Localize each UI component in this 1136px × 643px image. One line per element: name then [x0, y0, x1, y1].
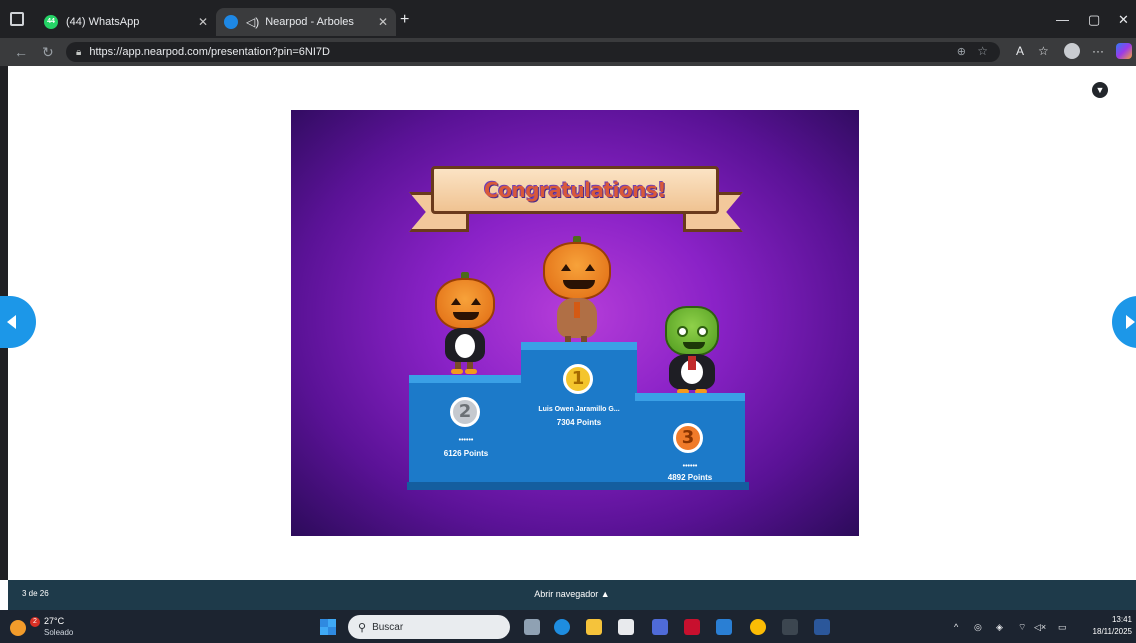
new-tab-icon[interactable]: +: [400, 11, 409, 29]
podium-second: 2 •••••• 6126 Points: [409, 375, 523, 487]
mcafee-icon[interactable]: [684, 619, 700, 635]
maximize-icon[interactable]: ▢: [1088, 12, 1100, 28]
speaker-icon[interactable]: ◁): [246, 15, 259, 29]
taskbar: 2 27°C Soleado ⚲ Buscar ^ ◎ ◈ ⌔ ◁× ▭ 13:…: [0, 610, 1136, 643]
search-placeholder: Buscar: [372, 621, 404, 633]
weather-condition[interactable]: Soleado: [44, 628, 73, 637]
tray-chevron-icon[interactable]: ^: [954, 622, 958, 632]
outlook-icon[interactable]: [716, 619, 732, 635]
close-tab-icon[interactable]: ✕: [198, 15, 208, 29]
player-points: 4892 Points: [667, 473, 713, 482]
address-bar[interactable]: 🔒︎ https://app.nearpod.com/presentation?…: [66, 42, 1000, 62]
player-points: 7304 Points: [556, 418, 602, 427]
chrome-icon[interactable]: [750, 619, 766, 635]
weather-temperature[interactable]: 27°C: [44, 616, 64, 626]
open-navigator-button[interactable]: Abrir navegador ▲: [8, 589, 1136, 599]
weather-badge: 2: [30, 617, 40, 627]
tray-app-icon[interactable]: ◎: [974, 622, 982, 633]
pumpkin-head: [435, 278, 495, 330]
banner-title: Congratulations!: [484, 178, 666, 202]
terminal-icon[interactable]: [782, 619, 798, 635]
close-tab-icon[interactable]: ✕: [378, 15, 388, 29]
podium-base: [407, 482, 749, 490]
player-name: Luis Owen Jaramillo G...: [538, 406, 620, 413]
favorite-star-icon[interactable]: ☆: [977, 44, 988, 58]
wifi-icon[interactable]: ⌔: [1018, 622, 1026, 633]
more-menu-icon[interactable]: ···: [1092, 44, 1104, 58]
tab-nearpod[interactable]: ◁) Nearpod - Arboles ✕: [216, 8, 396, 36]
podium-third: 3 •••••• 4892 Points: [635, 393, 745, 487]
presentation-bottom-bar: 3 de 26 Abrir navegador ▲: [8, 580, 1136, 610]
search-icon: ⚲: [358, 621, 367, 634]
copilot-icon[interactable]: [1116, 43, 1132, 59]
file-explorer-icon[interactable]: [586, 619, 602, 635]
refresh-icon[interactable]: ↻: [42, 44, 54, 61]
volume-muted-icon[interactable]: ◁×: [1034, 622, 1046, 633]
read-aloud-icon[interactable]: A: [1016, 44, 1024, 58]
tab-title: Nearpod - Arboles: [265, 16, 354, 28]
rank-three-medal: 3: [673, 423, 703, 453]
url-text[interactable]: https://app.nearpod.com/presentation?pin…: [89, 46, 330, 58]
nearpod-icon: [224, 15, 238, 29]
weather-sun-icon[interactable]: [10, 620, 26, 636]
profile-avatar[interactable]: [1064, 43, 1080, 59]
clock-date: 18/11/2025: [1092, 627, 1132, 636]
windows-start-icon[interactable]: [320, 619, 336, 635]
zoom-icon[interactable]: ⊕: [957, 45, 966, 58]
slide-congratulations: Congratulations! 2 •••••• 6126 Points 1 …: [291, 110, 859, 536]
back-icon[interactable]: ←: [14, 44, 28, 60]
store-icon[interactable]: [618, 619, 634, 635]
battery-icon[interactable]: ▭: [1058, 622, 1067, 633]
tab-whatsapp[interactable]: 44 (44) WhatsApp ✕: [36, 8, 216, 36]
favorites-icon[interactable]: ☆: [1038, 44, 1049, 58]
tray-hidden-icon[interactable]: ◈: [996, 622, 1003, 633]
system-clock[interactable]: 13:41 18/11/2025: [1078, 614, 1132, 638]
browser-window: 44 (44) WhatsApp ✕ ◁) Nearpod - Arboles …: [0, 0, 1136, 643]
congratulations-banner: Congratulations!: [431, 166, 719, 214]
edge-icon[interactable]: [554, 619, 570, 635]
taskbar-search[interactable]: ⚲ Buscar: [348, 615, 510, 639]
teams-icon[interactable]: [652, 619, 668, 635]
lock-icon[interactable]: 🔒︎: [76, 47, 81, 58]
tab-strip: 44 (44) WhatsApp ✕ ◁) Nearpod - Arboles …: [0, 0, 1136, 38]
chevron-down-icon[interactable]: ▼: [1092, 82, 1108, 98]
minimize-icon[interactable]: —: [1056, 12, 1069, 27]
podium-first: 1 Luis Owen Jaramillo G... 7304 Points: [521, 342, 637, 487]
close-window-icon[interactable]: ✕: [1118, 12, 1129, 28]
player-name: ••••••: [682, 463, 698, 470]
tab-actions-icon[interactable]: [10, 12, 24, 26]
rank-one-medal: 1: [563, 364, 593, 394]
whatsapp-icon: 44: [44, 15, 58, 29]
navigation-bar: ← ↻ 🔒︎ https://app.nearpod.com/presentat…: [0, 38, 1136, 66]
tab-title: (44) WhatsApp: [66, 16, 140, 28]
clock-time: 13:41: [1111, 615, 1132, 624]
pumpkin-head: [543, 242, 611, 300]
zombie-head: [665, 306, 719, 356]
task-view-icon[interactable]: [524, 619, 540, 635]
player-points: 6126 Points: [443, 449, 489, 458]
word-icon[interactable]: [814, 619, 830, 635]
player-name: ••••••: [458, 437, 474, 444]
rank-two-medal: 2: [450, 397, 480, 427]
